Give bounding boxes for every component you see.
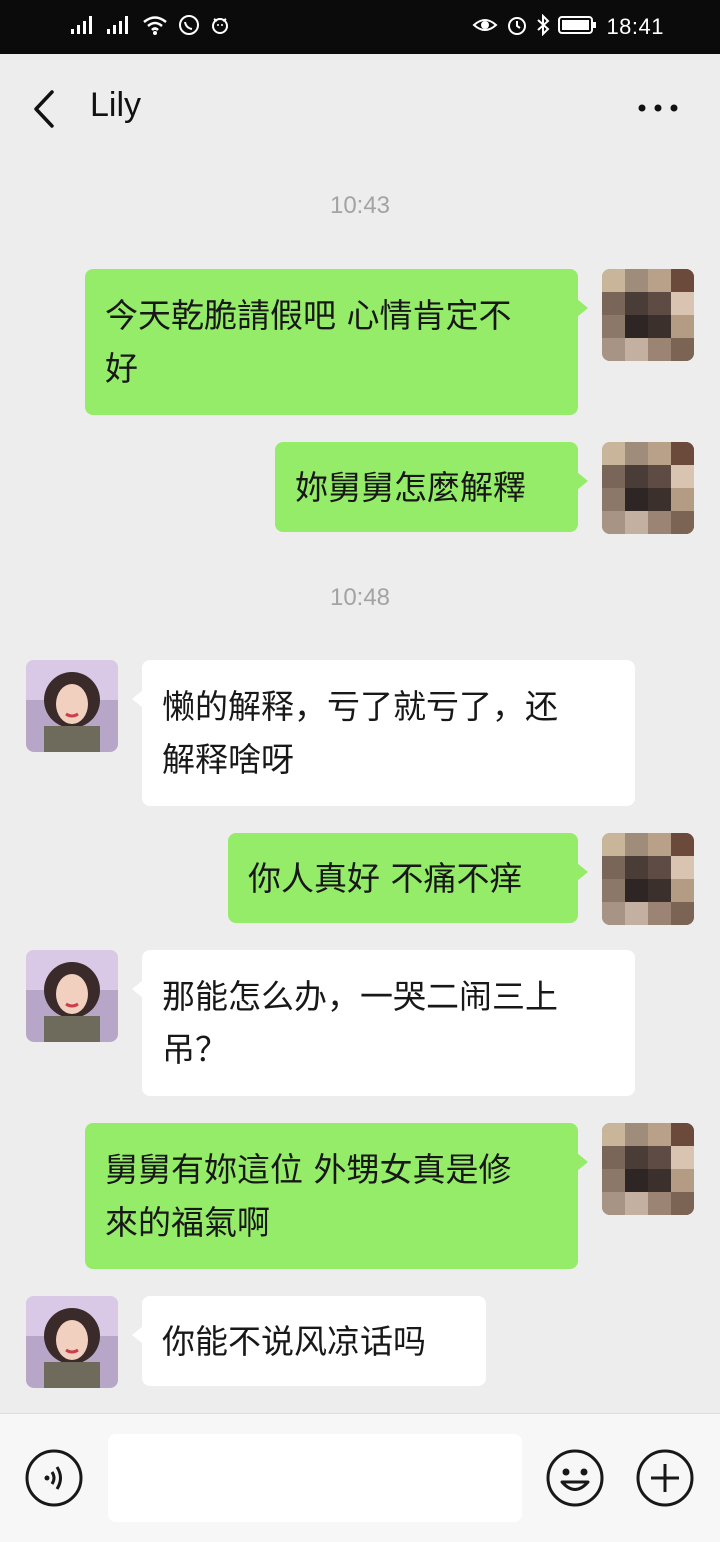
status-bar: 18:41: [0, 0, 720, 54]
wifi-icon: [142, 14, 168, 40]
chat-header: Lily: [0, 54, 720, 162]
message-list[interactable]: 10:43 今天乾脆請假吧 心情肯定不 好 妳舅舅怎麼解釋 10:48 懒的解释…: [0, 162, 720, 1412]
contact-avatar[interactable]: [26, 660, 118, 752]
message-line: 舅舅有妳這位 外甥女真是修: [105, 1150, 512, 1189]
message-line: 吊？: [162, 1030, 228, 1069]
signal-2-icon: [106, 15, 132, 39]
emoji-icon[interactable]: [546, 1449, 604, 1507]
message-input[interactable]: [108, 1434, 522, 1522]
message-line: 今天乾脆請假吧 心情肯定不: [105, 296, 512, 335]
alarm-icon: [506, 14, 528, 40]
status-time: 18:41: [606, 14, 664, 39]
my-message-bubble[interactable]: 舅舅有妳這位 外甥女真是修 來的福氣啊: [85, 1123, 588, 1269]
my-message-bubble[interactable]: 你人真好 不痛不痒: [228, 833, 588, 923]
message-line: 好: [105, 349, 138, 388]
my-avatar[interactable]: [602, 442, 694, 534]
chevron-left-icon[interactable]: [24, 84, 64, 134]
message-line: 你能不说风凉话吗: [162, 1322, 426, 1361]
my-avatar[interactable]: [602, 833, 694, 925]
timestamp: 10:48: [329, 584, 391, 611]
message-line: 你人真好 不痛不痒: [248, 859, 523, 898]
add-icon[interactable]: [636, 1449, 694, 1507]
bluetooth-icon: [536, 13, 550, 40]
message-line: 來的福氣啊: [105, 1203, 270, 1242]
my-message-bubble[interactable]: 今天乾脆請假吧 心情肯定不 好: [85, 269, 588, 415]
status-right-icons: 18:41: [472, 12, 664, 42]
message-line: 懒的解释，亏了就亏了，还: [162, 687, 558, 726]
chat-title[interactable]: Lily: [90, 86, 141, 125]
message-line: 解释啥呀: [162, 740, 294, 779]
status-left-icons: [70, 12, 230, 42]
contact-message-bubble[interactable]: 你能不说风凉话吗: [132, 1296, 486, 1386]
contact-message-bubble[interactable]: 那能怎么办，一哭二闹三上 吊？: [132, 950, 635, 1096]
signal-1-icon: [70, 15, 96, 39]
eye-icon: [472, 15, 498, 39]
battery-icon: [558, 15, 598, 39]
my-avatar[interactable]: [602, 269, 694, 361]
voice-icon[interactable]: [25, 1449, 83, 1507]
whatsapp-icon: [178, 14, 200, 40]
input-bar: [0, 1413, 720, 1542]
notification-icon: [210, 15, 230, 39]
message-line: 妳舅舅怎麼解釋: [295, 468, 526, 507]
message-line: 那能怎么办，一哭二闹三上: [162, 977, 558, 1016]
more-dots-icon[interactable]: [636, 100, 680, 116]
contact-avatar[interactable]: [26, 1296, 118, 1388]
timestamp: 10:43: [329, 192, 391, 219]
my-avatar[interactable]: [602, 1123, 694, 1215]
contact-avatar[interactable]: [26, 950, 118, 1042]
contact-message-bubble[interactable]: 懒的解释，亏了就亏了，还 解释啥呀: [132, 660, 635, 806]
my-message-bubble[interactable]: 妳舅舅怎麼解釋: [275, 442, 588, 532]
